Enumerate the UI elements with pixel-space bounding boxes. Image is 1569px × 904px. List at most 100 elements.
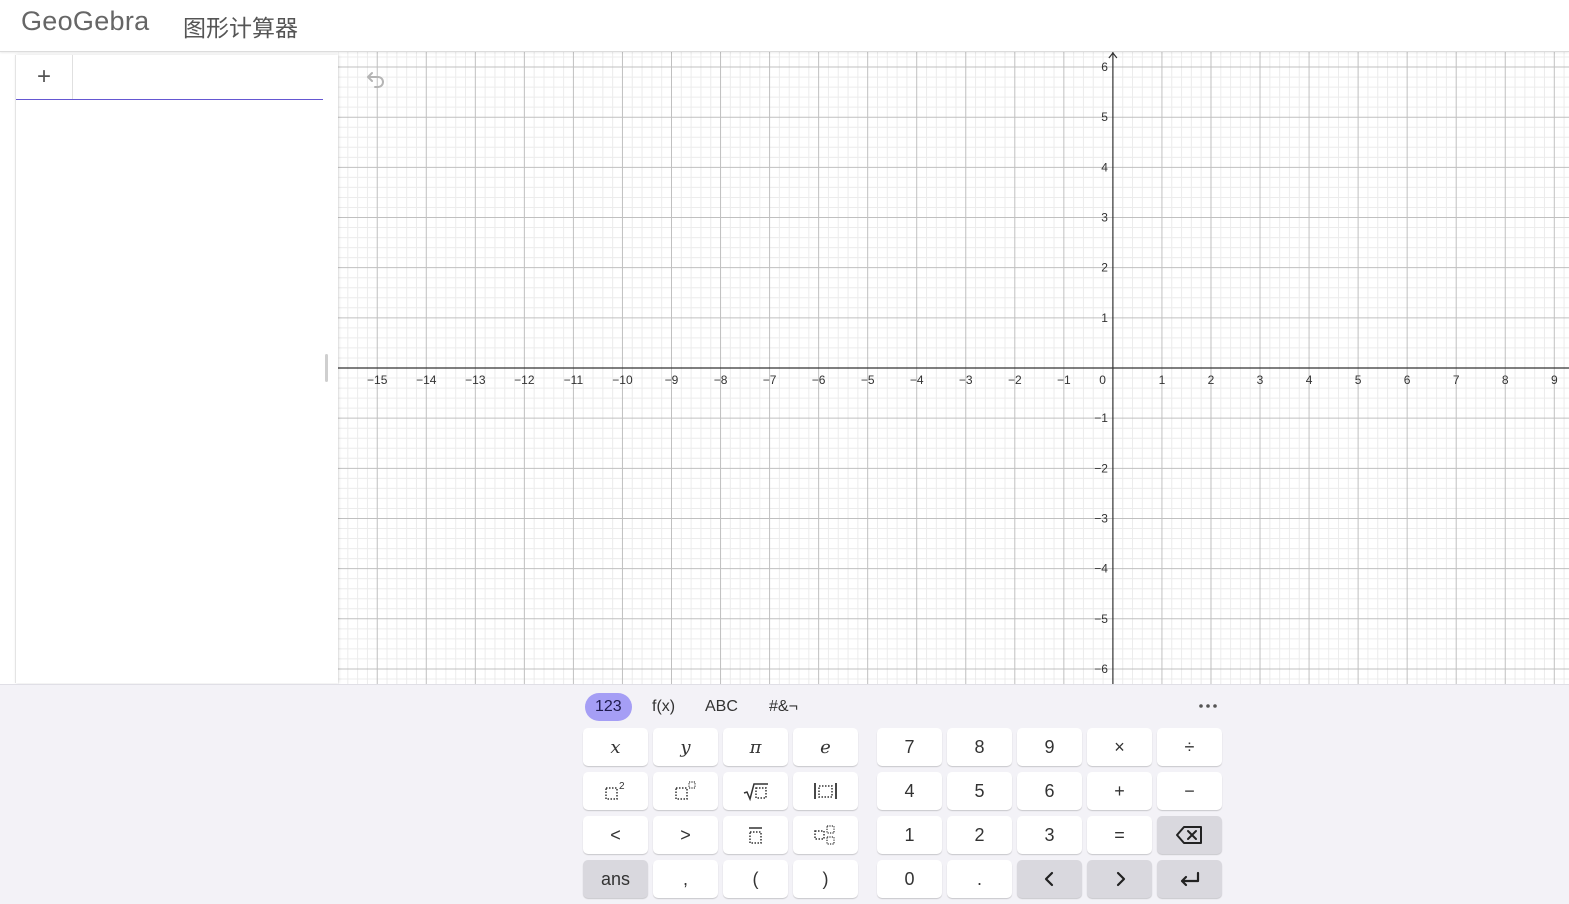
y-tick-label: −1 [1094, 411, 1108, 425]
svg-text:2: 2 [619, 781, 625, 792]
x-tick-label: 4 [1306, 373, 1313, 387]
undo-icon [367, 72, 384, 88]
more-icon [1199, 704, 1217, 708]
key-power[interactable] [653, 772, 718, 810]
key-comma-label: , [682, 868, 688, 889]
key-8-label: 8 [974, 736, 985, 757]
algebra-input-row[interactable]: + [16, 55, 323, 100]
key-pi-label: π [749, 736, 762, 758]
tab-functions[interactable]: f(x) [642, 693, 685, 721]
key-x[interactable]: x [583, 728, 648, 766]
key-ans-label: ans [600, 868, 631, 889]
key-7[interactable]: 7 [877, 728, 942, 766]
power-icon [674, 781, 696, 800]
key-cursor-right[interactable] [1087, 860, 1152, 898]
key-multiply[interactable]: × [1087, 728, 1152, 766]
x-tick-label: −15 [367, 373, 388, 387]
plus-icon: + [36, 63, 51, 90]
key-minus-label: − [1184, 780, 1195, 801]
key-minus[interactable]: − [1157, 772, 1222, 810]
panel-resize-handle[interactable] [325, 354, 328, 382]
key-7-label: 7 [904, 736, 915, 757]
x-tick-label: 8 [1502, 373, 1509, 387]
key-enter[interactable] [1157, 860, 1222, 898]
key-4[interactable]: 4 [877, 772, 942, 810]
key-open-paren[interactable]: ( [723, 860, 788, 898]
chevron-left-icon [1044, 871, 1053, 887]
key-5-label: 5 [974, 780, 985, 801]
x-tick-label: −9 [665, 373, 679, 387]
square-icon: 2 [604, 781, 625, 800]
key-backspace[interactable] [1157, 816, 1222, 854]
x-tick-label: −4 [910, 373, 924, 387]
origin-label: 0 [1099, 373, 1106, 387]
key-abs[interactable] [793, 772, 858, 810]
key-ans[interactable]: ans [583, 860, 648, 898]
key-close-paren[interactable]: ) [793, 860, 858, 898]
subscript-icon [813, 825, 835, 845]
key-square[interactable]: 2 [583, 772, 648, 810]
add-item-button[interactable]: + [16, 55, 73, 99]
key-decimal-label: . [976, 868, 982, 889]
key-pi[interactable]: π [723, 728, 788, 766]
key-1[interactable]: 1 [877, 816, 942, 854]
key-less-than[interactable]: < [583, 816, 648, 854]
key-plus[interactable]: + [1087, 772, 1152, 810]
key-3-label: 3 [1044, 824, 1055, 845]
tab-123[interactable]: 123 [585, 693, 632, 721]
x-tick-label: −7 [763, 373, 777, 387]
key-8[interactable]: 8 [947, 728, 1012, 766]
key-x-label: x [610, 736, 621, 758]
key-9[interactable]: 9 [1017, 728, 1082, 766]
key-y[interactable]: y [653, 728, 718, 766]
x-tick-label: −13 [465, 373, 486, 387]
key-open-paren-label: ( [752, 868, 759, 889]
key-2-label: 2 [974, 824, 985, 845]
coordinate-plane[interactable]: −15 −14 −13 −12 −11 −10 −9 −8 −7 −6 −5 −4 −3 −2 −1 1 2 3 4… [338, 52, 1569, 684]
geogebra-logo[interactable]: GeoGebra [21, 6, 149, 37]
graphics-view[interactable]: −15 −14 −13 −12 −11 −10 −9 −8 −7 −6 −5 −4 −3 −2 −1 1 2 3 4… [338, 52, 1569, 684]
x-tick-label: 6 [1404, 373, 1411, 387]
sqrt-icon [743, 783, 768, 802]
x-tick-label: −2 [1008, 373, 1022, 387]
tab-abc[interactable]: ABC [695, 693, 748, 721]
key-e[interactable]: e [793, 728, 858, 766]
y-tick-label: 5 [1101, 110, 1108, 124]
key-divide[interactable]: ÷ [1157, 728, 1222, 766]
app-header: GeoGebra 图形计算器 [0, 0, 1569, 52]
backspace-icon [1175, 826, 1202, 844]
x-tick-label: −6 [812, 373, 826, 387]
key-6[interactable]: 6 [1017, 772, 1082, 810]
key-cursor-left[interactable] [1017, 860, 1082, 898]
y-tick-label: 4 [1101, 160, 1108, 174]
key-5[interactable]: 5 [947, 772, 1012, 810]
enter-icon [1180, 871, 1199, 887]
key-4-label: 4 [904, 780, 915, 801]
key-6-label: 6 [1044, 780, 1055, 801]
more-options-button[interactable] [1196, 695, 1220, 717]
key-0[interactable]: 0 [877, 860, 942, 898]
key-fraction[interactable] [723, 816, 788, 854]
x-tick-label: −5 [861, 373, 875, 387]
x-tick-label: 3 [1257, 373, 1264, 387]
key-greater-than[interactable]: > [653, 816, 718, 854]
key-subscript[interactable] [793, 816, 858, 854]
y-tick-label: 3 [1101, 211, 1108, 225]
key-equals[interactable]: = [1087, 816, 1152, 854]
key-3[interactable]: 3 [1017, 816, 1082, 854]
undo-button[interactable] [362, 68, 388, 92]
abs-icon [813, 783, 837, 799]
algebra-panel: + [15, 55, 338, 683]
y-tick-label: 6 [1101, 60, 1108, 74]
app-title: 图形计算器 [183, 16, 298, 42]
key-sqrt[interactable] [723, 772, 788, 810]
key-decimal[interactable]: . [947, 860, 1012, 898]
x-tick-label: −11 [564, 373, 584, 387]
key-comma[interactable]: , [653, 860, 718, 898]
key-multiply-label: × [1114, 736, 1125, 757]
tab-symbols[interactable]: #&¬ [759, 693, 808, 721]
key-equals-label: = [1114, 824, 1125, 845]
key-2[interactable]: 2 [947, 816, 1012, 854]
x-tick-label: −1 [1057, 373, 1071, 387]
x-tick-label: 2 [1208, 373, 1215, 387]
